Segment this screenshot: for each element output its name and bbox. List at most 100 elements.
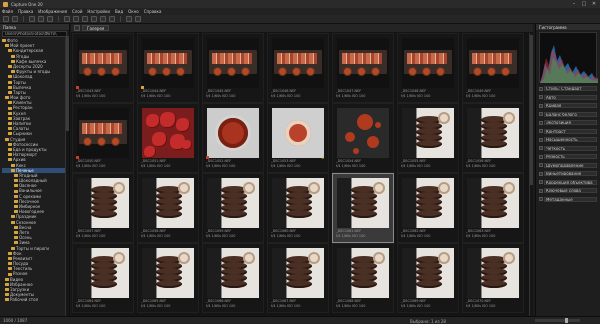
- tool-row[interactable]: Резкость: [539, 154, 597, 159]
- thumbnail[interactable]: _DSC1046.NEF f/4 1/60s ISO 100: [267, 33, 329, 103]
- tool-label[interactable]: Баланс белого: [544, 111, 597, 117]
- folder-icon: [8, 256, 12, 260]
- thumbnail[interactable]: _DSC1055.NEF f/4 1/60s ISO 100: [397, 103, 459, 173]
- minimize-icon[interactable]: –: [570, 1, 578, 7]
- tab-gallery[interactable]: Галерея: [82, 25, 110, 31]
- thumbnail[interactable]: _DSC1068.NEF f/4 1/60s ISO 100: [332, 243, 394, 313]
- tool-label[interactable]: Авто: [544, 94, 597, 100]
- redo-icon[interactable]: [38, 16, 44, 22]
- undo-icon[interactable]: [29, 16, 35, 22]
- tool-row[interactable]: Экспозиция: [539, 120, 597, 125]
- cookie: [351, 210, 377, 218]
- thumbnail[interactable]: _DSC1057.NEF f/4 1/60s ISO 100: [72, 173, 134, 243]
- crop-icon[interactable]: [64, 16, 70, 22]
- picker-icon[interactable]: [91, 16, 97, 22]
- layout-icon[interactable]: [74, 25, 80, 31]
- bowl: [436, 67, 445, 76]
- folder-tree-item[interactable]: Рабочий стол: [2, 297, 69, 302]
- tool-label[interactable]: Ключевые слова: [544, 188, 597, 193]
- thumbnail[interactable]: _DSC1066.NEF f/4 1/60s ISO 100: [202, 243, 264, 313]
- tool-row[interactable]: Стиль: Стандарт: [539, 86, 597, 91]
- thumbnail[interactable]: _DSC1062.NEF f/4 1/60s ISO 100: [397, 173, 459, 243]
- thumbnail[interactable]: _DSC1044.NEF f/4 1/60s ISO 100: [137, 33, 199, 103]
- menu-item[interactable]: Справка: [144, 9, 162, 14]
- thumbnail[interactable]: _DSC1070.NEF f/4 1/60s ISO 100: [462, 243, 524, 313]
- menu-item[interactable]: Слой: [72, 9, 82, 14]
- grid-view-icon[interactable]: [126, 16, 132, 22]
- thumbnail[interactable]: _DSC1047.NEF f/4 1/60s ISO 100: [332, 33, 394, 103]
- thumbnail[interactable]: _DSC1069.NEF f/4 1/60s ISO 100: [397, 243, 459, 313]
- thumbnail[interactable]: _DSC1050.NEF f/4 1/60s ISO 100: [72, 103, 134, 173]
- thumbnail[interactable]: _DSC1059.NEF f/4 1/60s ISO 100: [202, 173, 264, 243]
- scrollbar-thumb[interactable]: [530, 35, 533, 185]
- reset-icon[interactable]: [47, 16, 53, 22]
- thumbnail[interactable]: _DSC1060.NEF f/4 1/60s ISO 100: [267, 173, 329, 243]
- tool-label[interactable]: Метаданные: [544, 196, 597, 202]
- tool-label[interactable]: Стиль: Стандарт: [544, 86, 597, 91]
- library-scrollbar[interactable]: [65, 36, 69, 316]
- eraser-icon[interactable]: [109, 16, 115, 22]
- thumbnail[interactable]: _DSC1051.NEF f/4 1/60s ISO 100: [137, 103, 199, 173]
- maximize-icon[interactable]: □: [580, 1, 588, 7]
- thumbnail[interactable]: _DSC1045.NEF f/4 1/60s ISO 100: [202, 33, 264, 103]
- bowl: [487, 67, 496, 76]
- menu-item[interactable]: Файл: [2, 9, 13, 14]
- zoom-slider-handle[interactable]: [565, 318, 568, 323]
- thumbnail[interactable]: _DSC1063.NEF f/4 1/60s ISO 100: [462, 173, 524, 243]
- tool-label[interactable]: Контраст: [544, 128, 597, 134]
- loupe-icon[interactable]: [135, 16, 141, 22]
- export-icon[interactable]: [12, 16, 18, 22]
- tool-label[interactable]: Кривая: [544, 103, 597, 108]
- menu-item[interactable]: Окно: [128, 9, 139, 14]
- tool-row[interactable]: Насыщенность: [539, 137, 597, 142]
- folder-icon: [14, 194, 18, 198]
- fruit: [353, 148, 359, 154]
- tool-label[interactable]: Коррекция объектива: [544, 179, 597, 185]
- tool-label[interactable]: Шумоподавление: [544, 162, 597, 168]
- tool-label[interactable]: Экспозиция: [544, 120, 597, 125]
- close-icon[interactable]: ✕: [590, 1, 598, 7]
- thumbnail[interactable]: _DSC1043.NEF f/4 1/60s ISO 100: [72, 33, 134, 103]
- tool-label[interactable]: Резкость: [544, 154, 597, 159]
- thumbnail[interactable]: _DSC1067.NEF f/4 1/60s ISO 100: [267, 243, 329, 313]
- tool-row[interactable]: Коррекция объектива: [539, 179, 597, 185]
- tool-row[interactable]: Ключевые слова: [539, 188, 597, 193]
- thumbnail[interactable]: _DSC1056.NEF f/4 1/60s ISO 100: [462, 103, 524, 173]
- folder-icon: [14, 199, 18, 203]
- tool-label[interactable]: Четкость: [544, 145, 597, 151]
- menu-item[interactable]: Вид: [115, 9, 123, 14]
- thumbnail[interactable]: _DSC1064.NEF f/4 1/60s ISO 100: [72, 243, 134, 313]
- straighten-icon[interactable]: [82, 16, 88, 22]
- tool-row[interactable]: Метаданные: [539, 196, 597, 202]
- thumbnail[interactable]: _DSC1061.NEF f/4 1/60s ISO 100: [332, 173, 394, 243]
- tool-icon: [539, 103, 543, 108]
- thumbnail[interactable]: _DSC1052.NEF f/4 1/60s ISO 100: [202, 103, 264, 173]
- tool-row[interactable]: Баланс белого: [539, 111, 597, 117]
- tool-row[interactable]: Виньетирование: [539, 171, 597, 176]
- bread-slices: [472, 53, 512, 64]
- browser-scrollbar[interactable]: [529, 33, 533, 316]
- thumbnail[interactable]: _DSC1065.NEF f/4 1/60s ISO 100: [137, 243, 199, 313]
- menu-item[interactable]: Настройки: [87, 9, 110, 14]
- tool-row[interactable]: Контраст: [539, 128, 597, 134]
- menu-item[interactable]: Изображения: [38, 9, 67, 14]
- tool-row[interactable]: Четкость: [539, 145, 597, 151]
- import-icon[interactable]: [3, 16, 9, 22]
- folder-icon: [8, 262, 12, 266]
- rotate-icon[interactable]: [73, 16, 79, 22]
- folder-path-field[interactable]: Users\Photos\Fotos\Фото\: [2, 31, 67, 37]
- thumbnail[interactable]: _DSC1048.NEF f/4 1/60s ISO 100: [397, 33, 459, 103]
- thumbnail[interactable]: _DSC1054.NEF f/4 1/60s ISO 100: [332, 103, 394, 173]
- brush-icon[interactable]: [100, 16, 106, 22]
- thumbnail[interactable]: ★ _DSC1053.NEF f/4 1/60s ISO 100: [267, 103, 329, 173]
- tool-row[interactable]: Шумоподавление: [539, 162, 597, 168]
- scrollbar-thumb[interactable]: [66, 36, 69, 131]
- tool-row[interactable]: Авто: [539, 94, 597, 100]
- thumbnail[interactable]: _DSC1058.NEF f/4 1/60s ISO 100: [137, 173, 199, 243]
- tool-label[interactable]: Виньетирование: [544, 171, 597, 176]
- tool-label[interactable]: Насыщенность: [544, 137, 597, 142]
- thumbnail[interactable]: _DSC1049.NEF f/4 1/60s ISO 100: [462, 33, 524, 103]
- zoom-slider[interactable]: [535, 318, 580, 323]
- menu-item[interactable]: Правка: [18, 9, 33, 14]
- tool-row[interactable]: Кривая: [539, 103, 597, 108]
